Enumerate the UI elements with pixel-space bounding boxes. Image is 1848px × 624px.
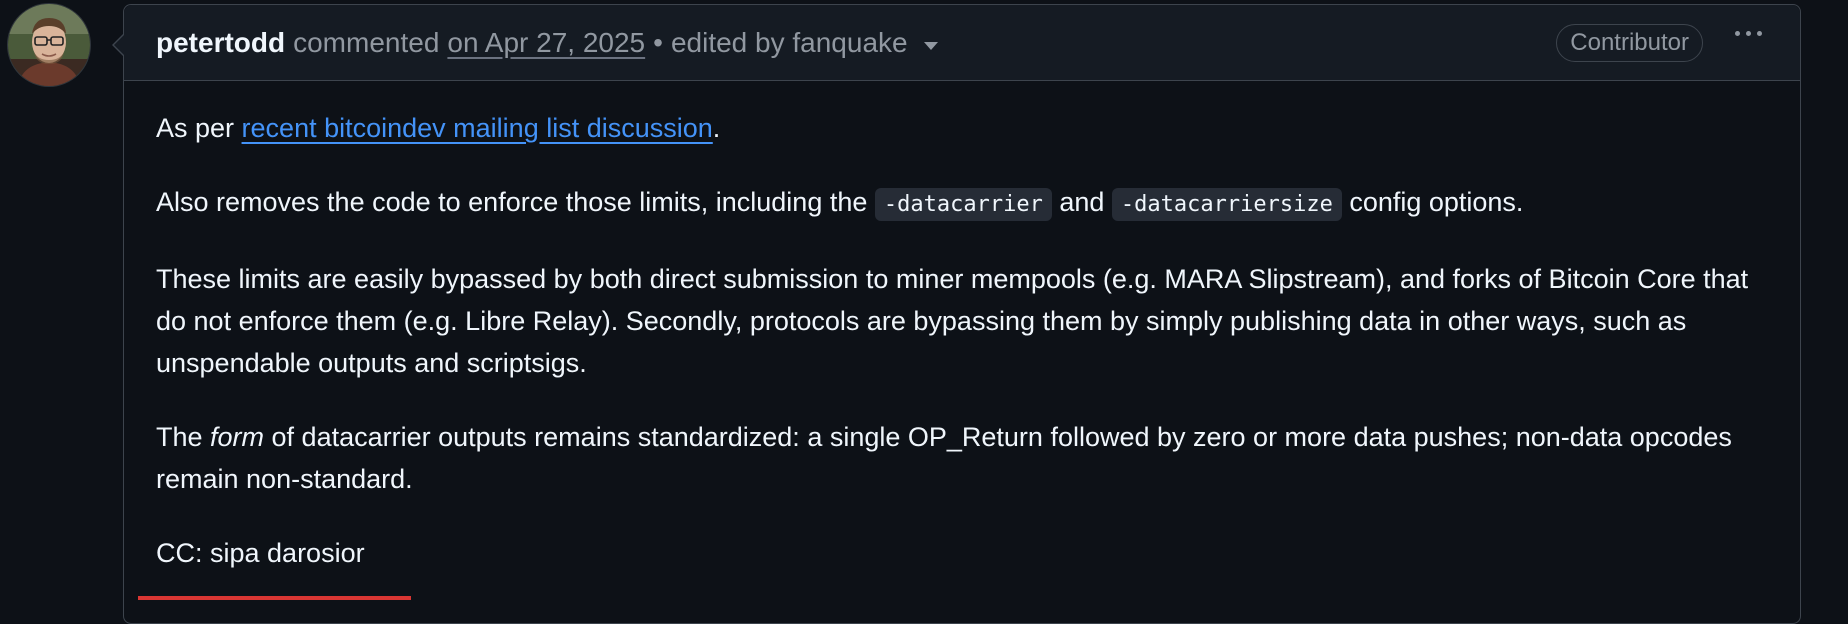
contributor-badge: Contributor xyxy=(1556,24,1703,62)
chevron-down-icon xyxy=(923,41,938,50)
paragraph-2: Also removes the code to enforce those l… xyxy=(156,149,1760,226)
edited-by-dropdown[interactable]: edited by fanquake xyxy=(671,27,938,59)
emphasis-form: form xyxy=(210,422,265,452)
meta-separator: • xyxy=(653,26,663,58)
code-datacarriersize: -datacarriersize xyxy=(1111,188,1342,221)
comment-header: petertodd commented on Apr 27, 2025 • ed… xyxy=(124,5,1800,81)
edited-by-label: edited by fanquake xyxy=(670,26,908,58)
paragraph-cc: CC: sipa darosior xyxy=(156,538,365,568)
paragraph-4: The form of datacarrier outputs remains … xyxy=(156,422,1732,494)
comment-action: commented xyxy=(293,26,440,58)
comment-box: petertodd commented on Apr 27, 2025 • ed… xyxy=(112,4,1801,624)
kebab-horizontal-icon[interactable] xyxy=(1735,31,1762,36)
code-datacarrier: -datacarrier xyxy=(874,188,1052,221)
comment-body: As per recent bitcoindev mailing list di… xyxy=(124,81,1800,574)
paragraph-1: As per recent bitcoindev mailing list di… xyxy=(156,113,721,143)
avatar[interactable] xyxy=(8,4,90,86)
avatar-image xyxy=(8,4,90,86)
paragraph-3: These limits are easily bypassed by both… xyxy=(156,264,1749,378)
comment-meta: petertodd commented on Apr 27, 2025 • ed… xyxy=(156,27,938,59)
comment-date-link[interactable]: on Apr 27, 2025 xyxy=(447,27,645,59)
mailing-list-link[interactable]: recent bitcoindev mailing list discussio… xyxy=(242,113,713,143)
reaction-bar-highlight xyxy=(138,596,411,600)
author-link[interactable]: petertodd xyxy=(156,27,285,59)
